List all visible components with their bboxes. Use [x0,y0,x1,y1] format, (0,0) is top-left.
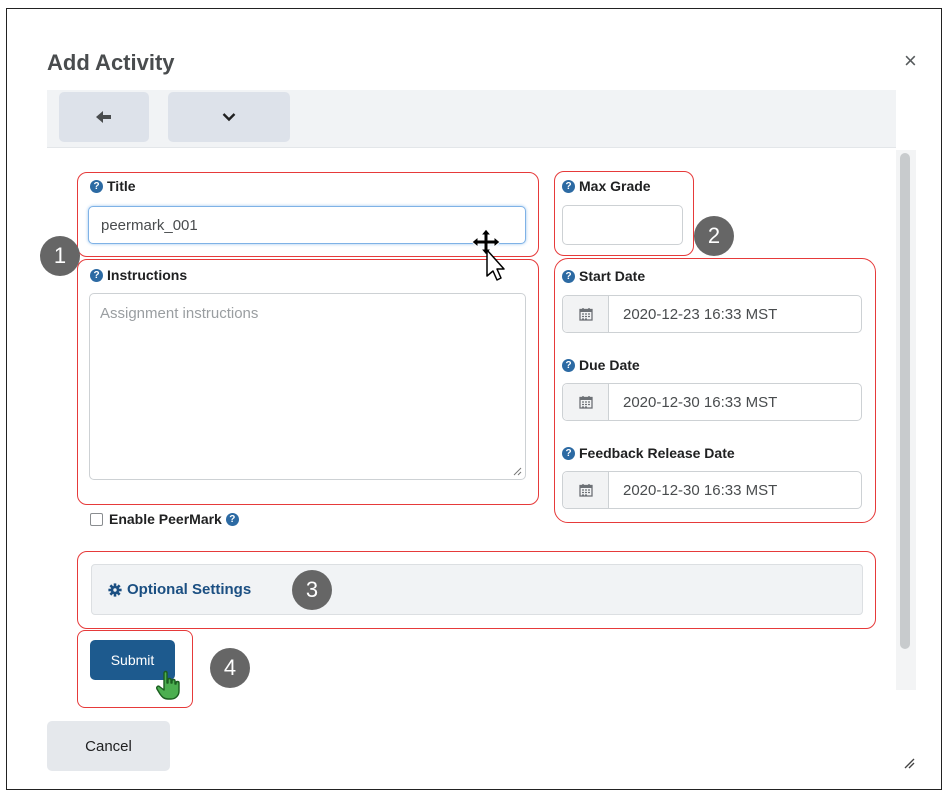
feedback-date-value: 2020-12-30 16:33 MST [623,481,778,499]
start-date-label: ? Start Date [562,268,645,284]
callout-badge-1: 1 [40,236,80,276]
help-icon[interactable]: ? [225,512,239,526]
title-label: ? Title [90,178,136,194]
move-cursor-icon [471,228,505,281]
callout-badge-4: 4 [210,648,250,688]
cancel-button[interactable]: Cancel [47,721,170,771]
optional-settings-panel[interactable]: Optional Settings [91,564,863,615]
start-date-label-text: Start Date [579,268,646,284]
help-icon[interactable]: ? [562,179,575,193]
feedback-date-label: ? Feedback Release Date [562,445,735,461]
gear-icon [108,582,122,597]
scrollbar-thumb[interactable] [900,153,910,649]
help-icon[interactable]: ? [562,269,575,283]
calendar-icon[interactable] [563,296,609,332]
due-date-label-text: Due Date [579,357,640,373]
title-input-value: peermark_001 [101,216,198,234]
enable-peermark-checkbox[interactable] [90,512,103,526]
start-date-field[interactable]: 2020-12-23 16:33 MST [562,295,862,333]
max-grade-input[interactable] [562,205,683,245]
help-icon[interactable]: ? [562,358,575,372]
due-date-label: ? Due Date [562,357,640,373]
callout-badge-2: 2 [694,216,734,256]
dialog-title: Add Activity [47,50,175,75]
optional-settings-link[interactable]: Optional Settings [127,581,251,598]
instructions-placeholder: Assignment instructions [100,305,259,322]
max-grade-label: ? Max Grade [562,178,651,194]
instructions-textarea[interactable]: Assignment instructions [89,293,526,480]
expand-button[interactable] [168,92,290,142]
chevron-down-icon [222,113,236,122]
calendar-icon[interactable] [563,472,609,508]
enable-peermark-row: Enable PeerMark ? [90,511,239,527]
due-date-field[interactable]: 2020-12-30 16:33 MST [562,383,862,421]
due-date-value: 2020-12-30 16:33 MST [623,393,778,411]
arrow-left-icon [96,111,111,123]
feedback-date-label-text: Feedback Release Date [579,445,735,461]
feedback-date-field[interactable]: 2020-12-30 16:33 MST [562,471,862,509]
start-date-value: 2020-12-23 16:33 MST [623,305,778,323]
calendar-icon[interactable] [563,384,609,420]
hand-cursor-icon [156,670,180,700]
title-input[interactable]: peermark_001 [88,206,526,244]
help-icon[interactable]: ? [562,446,575,460]
callout-badge-3: 3 [292,570,332,610]
help-icon[interactable]: ? [90,268,103,282]
resize-handle-icon[interactable] [513,467,522,476]
instructions-label: ? Instructions [90,267,187,283]
help-icon[interactable]: ? [90,179,103,193]
max-grade-label-text: Max Grade [579,178,651,194]
dialog-resize-grip-icon[interactable] [903,757,915,769]
close-icon[interactable]: × [904,48,917,74]
instructions-label-text: Instructions [107,267,188,283]
back-button[interactable] [59,92,149,142]
enable-peermark-label[interactable]: Enable PeerMark [109,511,222,527]
title-label-text: Title [107,178,136,194]
